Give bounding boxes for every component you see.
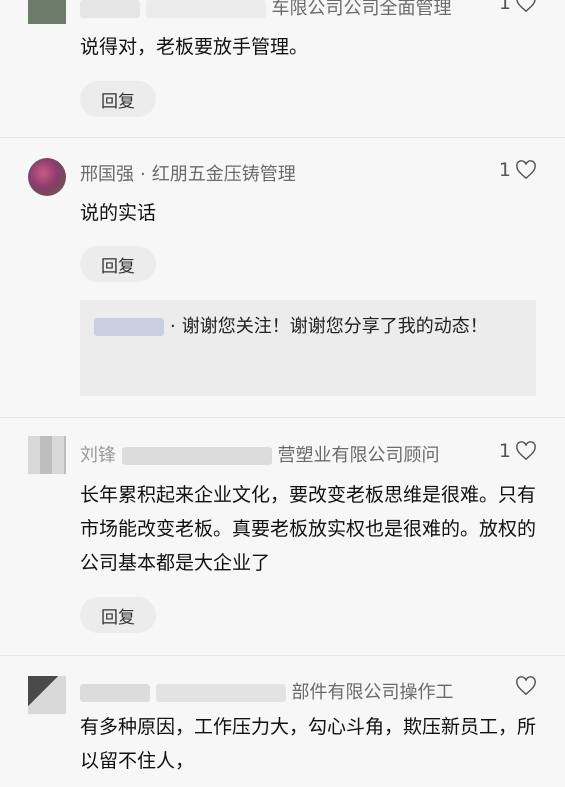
comment-meta: 部件有限公司操作工 [80, 678, 453, 704]
blurred-author [80, 0, 140, 18]
reply-button[interactable]: 回复 [80, 246, 156, 282]
blurred-company [145, 0, 266, 18]
reply-button[interactable]: 回复 [80, 597, 156, 633]
avatar[interactable] [28, 676, 66, 714]
like-button[interactable]: 1 [499, 0, 537, 14]
comment-text: 长年累积起来企业文化，要改变老板思维是很难。只有市场能改变老板。真要老板放实权也… [80, 484, 537, 574]
blurred-author [94, 318, 164, 336]
like-button[interactable]: 1 [499, 159, 537, 181]
divider [0, 417, 565, 418]
heart-outline-icon [516, 0, 536, 13]
company-name: 红朋五金压铸管理 [151, 164, 296, 185]
like-count: 1 [498, 0, 511, 14]
author-name[interactable]: 刘锋 [80, 445, 116, 466]
sub-reply[interactable]: · 谢谢您关注！谢谢您分享了我的动态！ [80, 300, 536, 396]
company-name: 营塑业有限公司顾问 [277, 445, 440, 466]
blurred-company [155, 684, 286, 702]
avatar[interactable] [28, 158, 66, 196]
blurred-company [121, 447, 272, 465]
comment-text: 说的实话 [80, 202, 157, 224]
comment-text: 说得对，老板要放手管理。 [80, 36, 309, 58]
heart-outline-icon [516, 676, 536, 696]
reply-button[interactable]: 回复 [80, 81, 156, 117]
avatar[interactable] [28, 436, 66, 474]
avatar[interactable] [28, 0, 66, 24]
company-name: 车限公司公司全面管理 [271, 0, 452, 19]
heart-outline-icon [516, 160, 536, 180]
company-name: 部件有限公司操作工 [291, 682, 454, 703]
comment-text: 有多种原因，工作压力大，勾心斗角，欺压新员工，所以留不住人， [80, 716, 537, 772]
sub-reply-text: 谢谢您关注！谢谢您分享了我的动态！ [181, 316, 488, 337]
like-count: 1 [498, 440, 511, 462]
comment-meta: 车限公司公司全面管理 [80, 0, 451, 20]
like-button[interactable] [511, 676, 537, 696]
like-count: 1 [498, 159, 511, 181]
comment-meta: 邢国强 · 红朋五金压铸管理 [80, 164, 296, 185]
comment-meta: 刘锋 营塑业有限公司顾问 [80, 441, 439, 467]
heart-outline-icon [516, 441, 536, 461]
like-button[interactable]: 1 [499, 440, 537, 462]
author-name[interactable]: 邢国强 [80, 164, 134, 185]
divider [0, 655, 565, 656]
divider [0, 137, 565, 138]
blurred-author [80, 684, 150, 702]
